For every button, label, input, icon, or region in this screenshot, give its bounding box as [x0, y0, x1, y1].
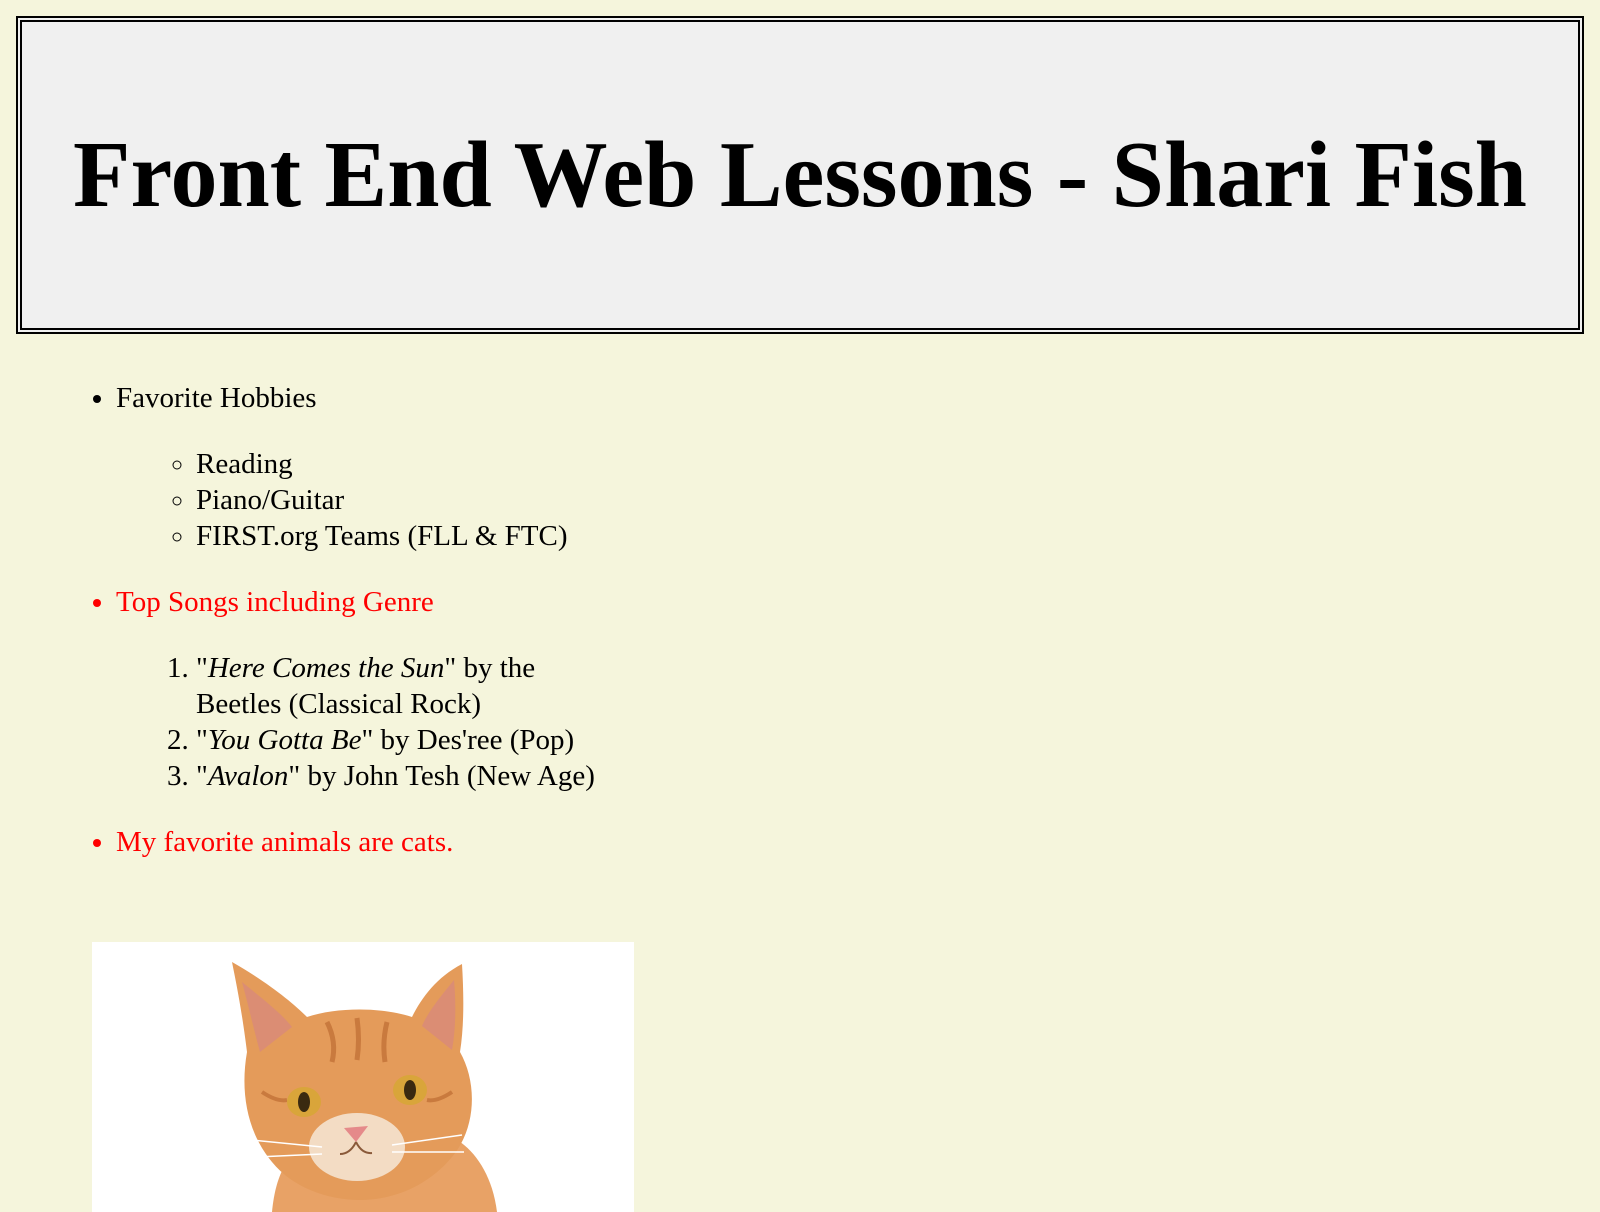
song-title: Avalon [207, 760, 289, 792]
hobbies-list: Reading Piano/Guitar FIRST.org Teams (FL… [116, 446, 700, 554]
list-item: "You Gotta Be" by Des'ree (Pop) [196, 722, 616, 758]
hobbies-label: Favorite Hobbies [116, 382, 317, 414]
list-item-songs: Top Songs including Genre "Here Comes th… [116, 584, 700, 794]
page-title: Front End Web Lessons - Shari Fish [73, 123, 1527, 227]
song-details: " by John Tesh (New Age) [288, 760, 595, 792]
list-item: Piano/Guitar [196, 482, 700, 518]
songs-label: Top Songs including Genre [116, 586, 434, 618]
list-item-hobbies: Favorite Hobbies Reading Piano/Guitar FI… [116, 380, 700, 554]
animals-label: My favorite animals are cats. [116, 826, 454, 858]
page-header: Front End Web Lessons - Shari Fish [16, 16, 1584, 334]
list-item: Reading [196, 446, 700, 482]
quote-open: " [196, 652, 208, 684]
list-item: FIRST.org Teams (FLL & FTC) [196, 518, 700, 554]
song-title: You Gotta Be [207, 724, 362, 756]
cat-image [92, 942, 634, 1212]
songs-list: "Here Comes the Sun" by the Beetles (Cla… [116, 650, 616, 794]
list-item-animals: My favorite animals are cats. [116, 824, 700, 860]
topic-list: Favorite Hobbies Reading Piano/Guitar FI… [0, 380, 700, 860]
quote-open: " [196, 760, 208, 792]
list-item: "Avalon" by John Tesh (New Age) [196, 758, 616, 794]
song-title: Here Comes the Sun [207, 652, 445, 684]
song-details: " by Des'ree (Pop) [361, 724, 575, 756]
main-content: Favorite Hobbies Reading Piano/Guitar FI… [0, 380, 700, 860]
kitten-illustration [232, 962, 497, 1212]
quote-open: " [196, 724, 208, 756]
list-item: "Here Comes the Sun" by the Beetles (Cla… [196, 650, 616, 722]
